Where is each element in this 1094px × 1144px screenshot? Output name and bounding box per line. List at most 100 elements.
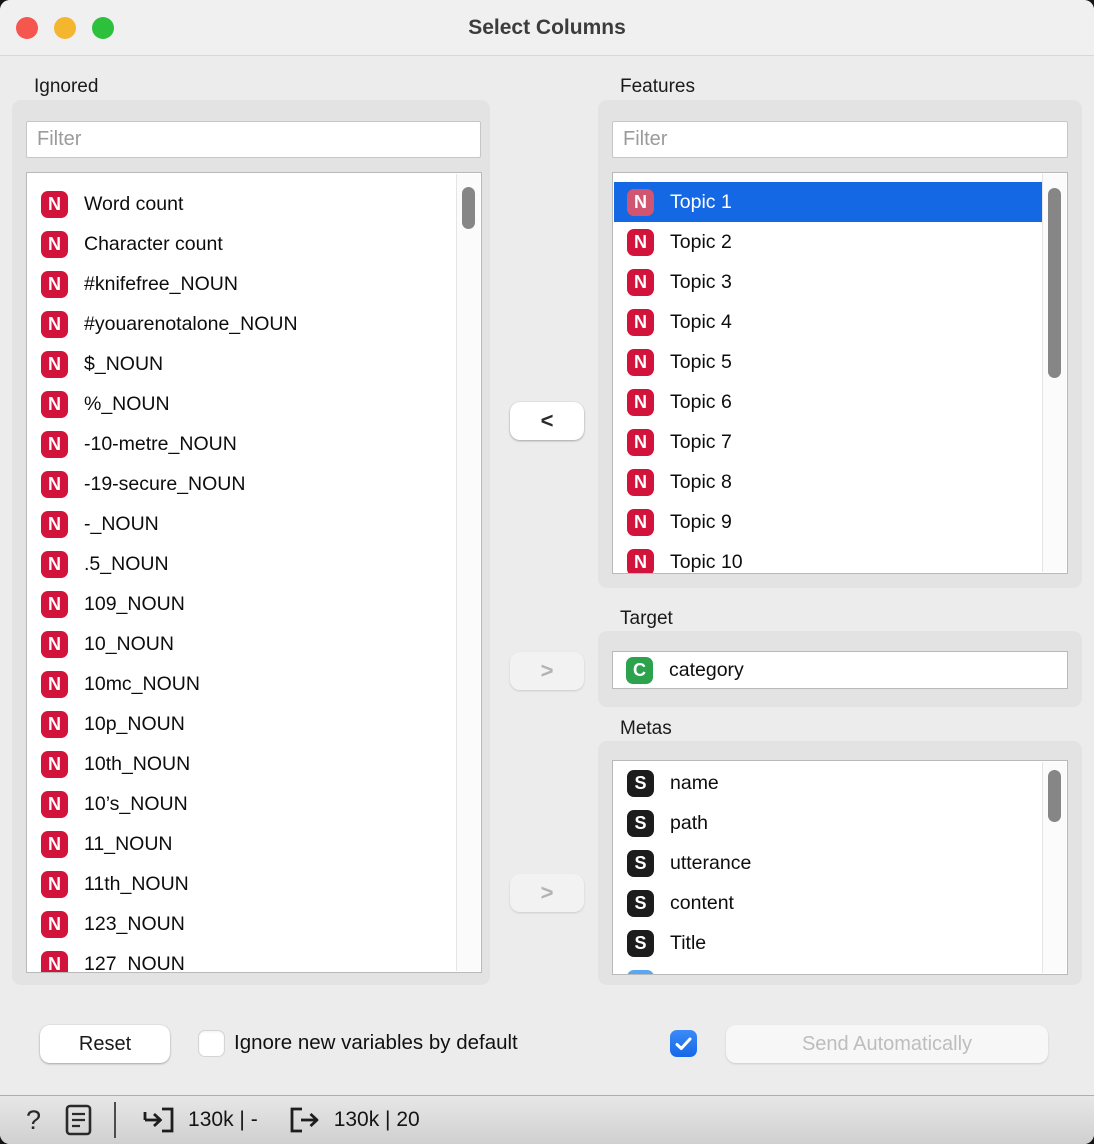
ignored-scrollbar-thumb[interactable] bbox=[462, 187, 475, 229]
target-section-label: Target bbox=[620, 608, 673, 630]
ignored-filter-input[interactable] bbox=[26, 121, 481, 158]
list-item[interactable]: N #youarenotalone_NOUN bbox=[28, 304, 457, 344]
move-to-metas-button[interactable]: > bbox=[510, 874, 584, 912]
list-item-label: Topic 4 bbox=[670, 311, 732, 334]
features-filter-input[interactable] bbox=[612, 121, 1068, 158]
list-item-label: 10th_NOUN bbox=[84, 753, 190, 776]
output-count-icon[interactable] bbox=[288, 1104, 322, 1136]
list-item-label: Word count bbox=[84, 193, 183, 216]
list-item[interactable]: N 11th_NOUN bbox=[28, 864, 457, 904]
numeric-variable-icon: N bbox=[41, 271, 68, 298]
list-item[interactable]: N 127_NOUN bbox=[28, 944, 457, 973]
move-to-ignored-button[interactable]: < bbox=[510, 402, 584, 440]
ignore-new-variables-checkbox[interactable] bbox=[198, 1030, 225, 1057]
numeric-variable-icon: N bbox=[41, 231, 68, 258]
numeric-variable-icon: N bbox=[627, 389, 654, 416]
list-item[interactable]: N -_NOUN bbox=[28, 504, 457, 544]
list-item-label: -19-secure_NOUN bbox=[84, 473, 245, 496]
list-item[interactable]: N Topic 7 bbox=[614, 422, 1043, 462]
list-item[interactable]: N Topic 4 bbox=[614, 302, 1043, 342]
features-list[interactable]: N Topic 1 N Topic 2 N Topic 3 N Topic 4 bbox=[612, 172, 1068, 574]
list-item-label: Topic 8 bbox=[670, 471, 732, 494]
list-item[interactable]: N 109_NOUN bbox=[28, 584, 457, 624]
move-to-target-button[interactable]: > bbox=[510, 652, 584, 690]
metas-scrollbar[interactable] bbox=[1042, 762, 1066, 973]
list-item-label: 10’s_NOUN bbox=[84, 793, 188, 816]
features-scrollbar-thumb[interactable] bbox=[1048, 188, 1061, 378]
list-item[interactable]: N #knifefree_NOUN bbox=[28, 264, 457, 304]
string-variable-icon bbox=[627, 970, 654, 976]
send-automatically-checkbox[interactable] bbox=[670, 1030, 697, 1057]
list-item[interactable]: N -10-metre_NOUN bbox=[28, 424, 457, 464]
minimize-icon[interactable] bbox=[54, 17, 76, 39]
list-item[interactable]: S name bbox=[614, 763, 1043, 803]
status-bar: ? 130k | - 130k bbox=[0, 1095, 1094, 1144]
list-item-label: 11th_NOUN bbox=[84, 873, 189, 896]
features-rows: N Topic 1 N Topic 2 N Topic 3 N Topic 4 bbox=[614, 182, 1043, 574]
numeric-variable-icon: N bbox=[627, 509, 654, 536]
list-item[interactable]: N 10mc_NOUN bbox=[28, 664, 457, 704]
reset-button[interactable]: Reset bbox=[40, 1025, 170, 1063]
numeric-variable-icon: N bbox=[41, 711, 68, 738]
send-automatically-button[interactable]: Send Automatically bbox=[726, 1025, 1048, 1063]
ignore-new-variables-label[interactable]: Ignore new variables by default bbox=[234, 1031, 518, 1055]
numeric-variable-icon: N bbox=[41, 951, 68, 974]
numeric-variable-icon: N bbox=[41, 191, 68, 218]
list-item[interactable]: N Topic 3 bbox=[614, 262, 1043, 302]
list-item[interactable]: N Topic 2 bbox=[614, 222, 1043, 262]
list-item[interactable]: N 123_NOUN bbox=[28, 904, 457, 944]
list-item[interactable]: N Word count bbox=[28, 184, 457, 224]
numeric-variable-icon: N bbox=[41, 911, 68, 938]
list-item-label: Character count bbox=[84, 233, 223, 256]
numeric-variable-icon: N bbox=[627, 229, 654, 256]
list-item[interactable]: N 10_NOUN bbox=[28, 624, 457, 664]
list-item[interactable]: N Topic 8 bbox=[614, 462, 1043, 502]
list-item[interactable]: S utterance bbox=[614, 843, 1043, 883]
input-count-icon[interactable] bbox=[142, 1104, 176, 1136]
numeric-variable-icon: N bbox=[41, 351, 68, 378]
list-item-label: 10p_NOUN bbox=[84, 713, 185, 736]
list-item[interactable]: N Topic 1 bbox=[614, 182, 1043, 222]
list-item-label: 109_NOUN bbox=[84, 593, 185, 616]
report-icon[interactable] bbox=[65, 1104, 92, 1136]
check-icon bbox=[675, 1037, 692, 1051]
numeric-variable-icon: N bbox=[41, 831, 68, 858]
list-item[interactable]: N Character count bbox=[28, 224, 457, 264]
numeric-variable-icon: N bbox=[41, 871, 68, 898]
list-item-label: path bbox=[670, 812, 708, 835]
metas-list[interactable]: S name S path S utterance S content bbox=[612, 760, 1068, 975]
ignored-scrollbar[interactable] bbox=[456, 174, 480, 971]
list-item[interactable]: N Topic 10 bbox=[614, 542, 1043, 574]
list-item[interactable]: N %_NOUN bbox=[28, 384, 457, 424]
target-item-label[interactable]: category bbox=[669, 659, 744, 682]
target-list[interactable]: C category bbox=[612, 651, 1068, 689]
input-count-text: 130k | - bbox=[188, 1108, 258, 1132]
list-item[interactable]: N 10p_NOUN bbox=[28, 704, 457, 744]
close-icon[interactable] bbox=[16, 17, 38, 39]
list-item[interactable]: S content bbox=[614, 883, 1043, 923]
list-item[interactable]: N 11_NOUN bbox=[28, 824, 457, 864]
ignored-list[interactable]: N Word count N Character count N #knifef… bbox=[26, 172, 482, 973]
list-item[interactable]: N $_NOUN bbox=[28, 344, 457, 384]
numeric-variable-icon: N bbox=[627, 429, 654, 456]
numeric-variable-icon: N bbox=[627, 349, 654, 376]
features-scrollbar[interactable] bbox=[1042, 174, 1066, 572]
numeric-variable-icon: N bbox=[41, 511, 68, 538]
zoom-icon[interactable] bbox=[92, 17, 114, 39]
list-item[interactable]: N 10th_NOUN bbox=[28, 744, 457, 784]
help-icon[interactable]: ? bbox=[26, 1105, 41, 1136]
list-item[interactable]: N Topic 6 bbox=[614, 382, 1043, 422]
list-item[interactable] bbox=[614, 963, 1043, 975]
list-item[interactable]: N Topic 5 bbox=[614, 342, 1043, 382]
list-item[interactable]: N 10’s_NOUN bbox=[28, 784, 457, 824]
categorical-variable-icon: C bbox=[626, 657, 653, 684]
string-variable-icon: S bbox=[627, 770, 654, 797]
list-item-label: #youarenotalone_NOUN bbox=[84, 313, 298, 336]
list-item[interactable]: N .5_NOUN bbox=[28, 544, 457, 584]
list-item[interactable]: N -19-secure_NOUN bbox=[28, 464, 457, 504]
list-item[interactable]: S path bbox=[614, 803, 1043, 843]
list-item[interactable]: N Topic 9 bbox=[614, 502, 1043, 542]
list-item[interactable]: S Title bbox=[614, 923, 1043, 963]
metas-scrollbar-thumb[interactable] bbox=[1048, 770, 1061, 822]
list-item-label: Topic 6 bbox=[670, 391, 732, 414]
